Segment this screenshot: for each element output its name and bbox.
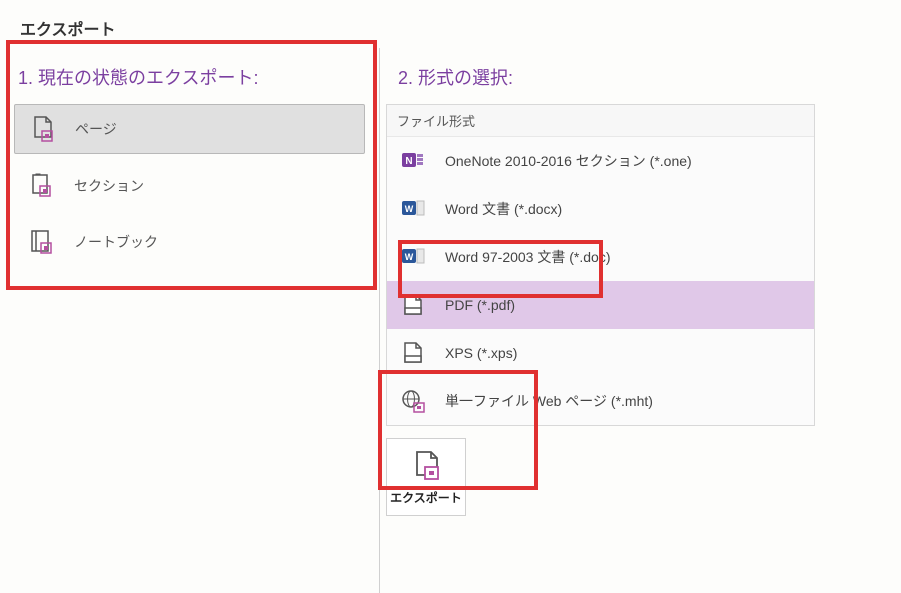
step1-item-section[interactable]: セクション — [14, 162, 365, 210]
step2-heading: 2. 形式の選択: — [380, 56, 901, 104]
step1-item-notebook[interactable]: ノートブック — [14, 218, 365, 266]
format-item-label: Word 97-2003 文書 (*.doc) — [445, 247, 610, 267]
format-item-label: Word 文書 (*.docx) — [445, 199, 562, 219]
format-item-label: OneNote 2010-2016 セクション (*.one) — [445, 151, 692, 171]
svg-text:N: N — [405, 156, 412, 167]
step1-panel: 1. 現在の状態のエクスポート: ページ — [0, 48, 380, 593]
word-icon: W — [399, 195, 427, 223]
export-button[interactable]: エクスポート — [386, 438, 466, 516]
format-item-pdf[interactable]: PDF (*.pdf) — [387, 281, 814, 329]
format-item-docx[interactable]: W Word 文書 (*.docx) — [387, 185, 814, 233]
step1-item-page[interactable]: ページ — [14, 104, 365, 154]
format-item-mht[interactable]: 単一ファイル Web ページ (*.mht) — [387, 377, 814, 425]
page-export-icon — [29, 115, 57, 143]
step1-heading: 1. 現在の状態のエクスポート: — [0, 56, 379, 104]
svg-text:W: W — [405, 252, 414, 262]
step1-item-label: セクション — [74, 176, 144, 196]
page-title: エクスポート — [0, 0, 901, 48]
step1-item-label: ノートブック — [74, 232, 158, 252]
svg-text:W: W — [405, 204, 414, 214]
format-item-xps[interactable]: XPS (*.xps) — [387, 329, 814, 377]
pdf-icon — [399, 291, 427, 319]
section-export-icon — [28, 172, 56, 200]
format-item-label: 単一ファイル Web ページ (*.mht) — [445, 391, 653, 411]
word-icon: W — [399, 243, 427, 271]
xps-icon — [399, 339, 427, 367]
step2-panel: 2. 形式の選択: ファイル形式 N OneNote 2010-2016 セクシ… — [380, 48, 901, 593]
format-item-label: PDF (*.pdf) — [445, 297, 515, 313]
step1-item-label: ページ — [75, 119, 117, 139]
notebook-export-icon — [28, 228, 56, 256]
export-icon — [409, 449, 443, 483]
export-button-label: エクスポート — [390, 489, 462, 506]
step1-list: ページ セクション — [0, 104, 379, 266]
format-item-onenote[interactable]: N OneNote 2010-2016 セクション (*.one) — [387, 137, 814, 185]
format-panel: ファイル形式 N OneNote 2010-2016 セクション (*.one) — [386, 104, 815, 426]
format-panel-header: ファイル形式 — [387, 105, 814, 137]
web-icon — [399, 387, 427, 415]
onenote-icon: N — [399, 147, 427, 175]
format-item-doc[interactable]: W Word 97-2003 文書 (*.doc) — [387, 233, 814, 281]
format-item-label: XPS (*.xps) — [445, 345, 517, 361]
